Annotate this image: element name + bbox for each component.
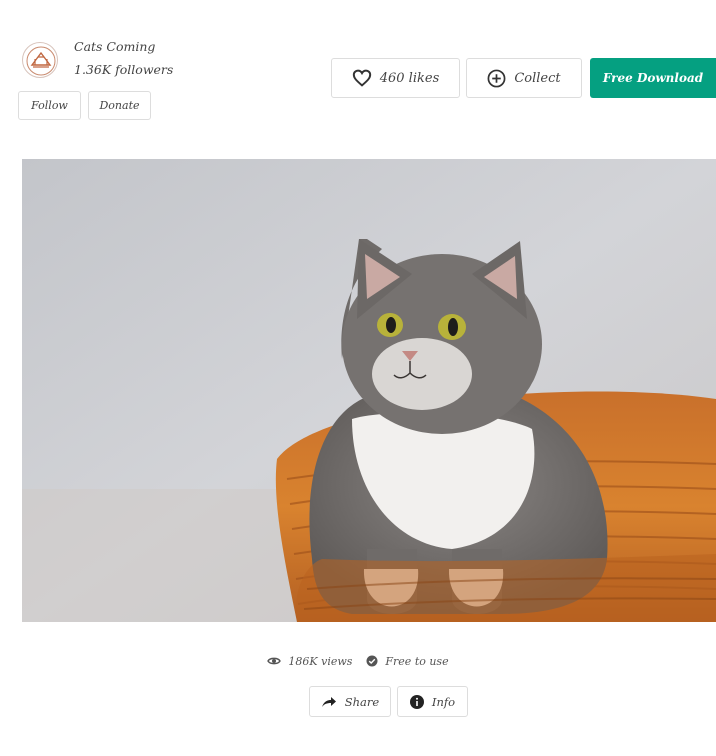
views-meta: 186K views [267,655,352,668]
photo-cat[interactable] [22,159,716,622]
likes-label: 460 likes [379,70,440,86]
collect-label: Collect [514,70,561,86]
info-button[interactable]: Info [397,686,468,717]
eye-icon [267,657,282,665]
heart-icon [352,69,372,87]
avatar[interactable] [22,42,58,78]
info-icon [409,694,424,709]
check-circle-icon [366,655,378,667]
collect-button[interactable]: Collect [466,58,582,98]
share-button[interactable]: Share [309,686,391,717]
like-button[interactable]: 460 likes [331,58,460,98]
user-name[interactable]: Cats Coming [74,39,155,54]
share-arrow-icon [321,696,336,707]
license-meta[interactable]: Free to use [366,654,449,668]
share-label: Share [344,694,380,709]
photo-meta: 186K views Free to use [0,652,716,670]
license-label: Free to use [385,654,449,668]
follower-count: 1.36K followers [74,62,174,77]
avatar-logo-icon [26,46,56,76]
free-download-button[interactable]: Free Download [590,58,716,98]
donate-button[interactable]: Donate [88,91,151,120]
plus-circle-icon [487,69,506,88]
follow-button[interactable]: Follow [18,91,81,120]
info-label: Info [431,694,456,709]
views-label: 186K views [288,654,353,668]
